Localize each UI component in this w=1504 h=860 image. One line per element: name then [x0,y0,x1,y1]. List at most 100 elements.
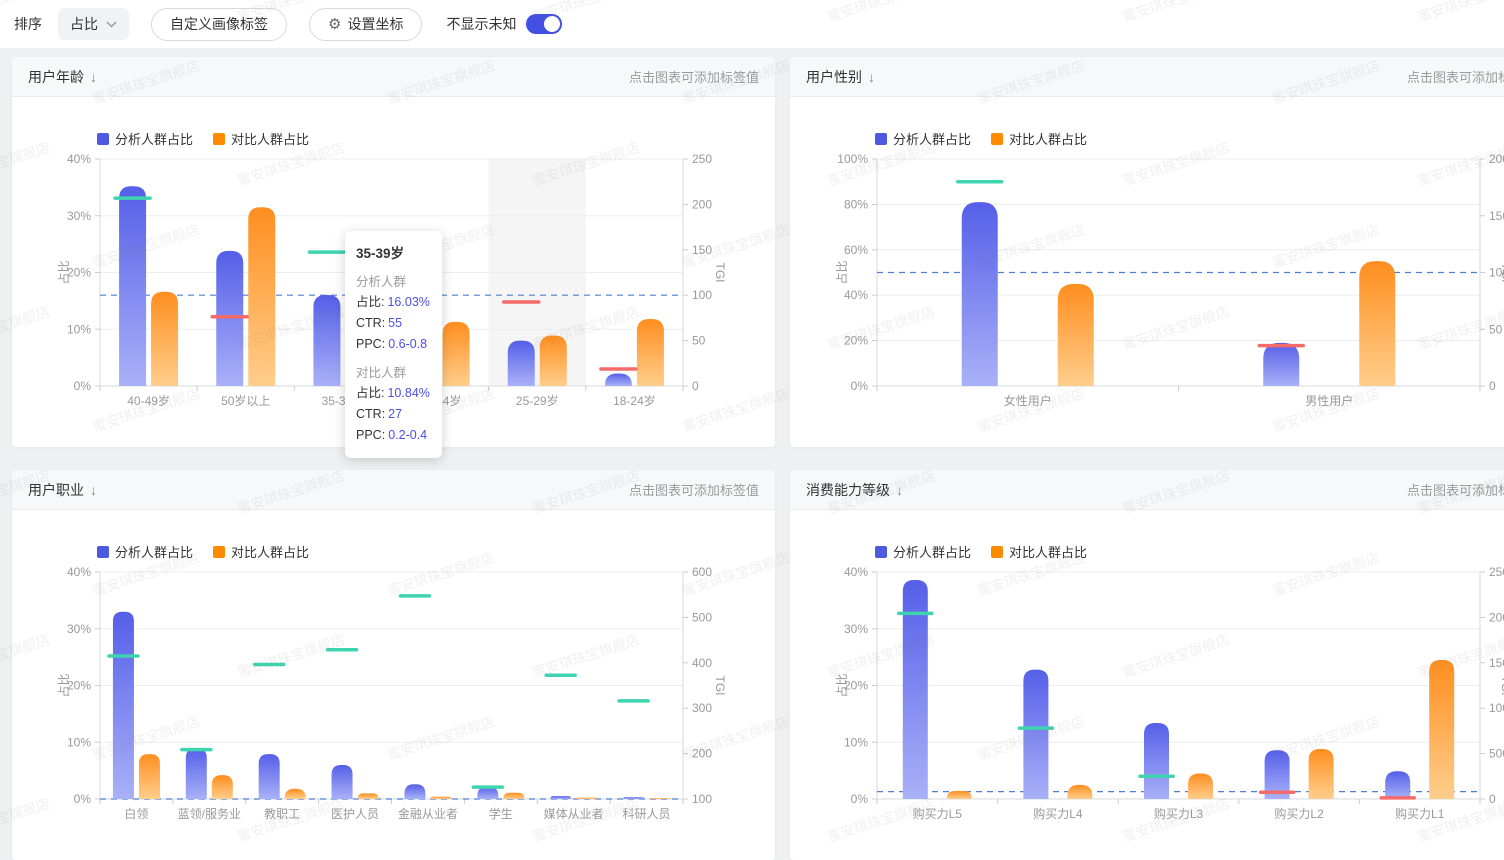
svg-text:金融从业者: 金融从业者 [398,806,458,821]
panel-user-occupation-header: 用户职业 ↓ 点击图表可添加标签值 [12,470,775,510]
chart-canvas-consumption-level[interactable]: 0%10%20%30%40%05001000150020002500购买力L5购… [790,510,1504,860]
svg-text:2500: 2500 [1489,565,1504,579]
svg-text:500: 500 [692,610,712,624]
tooltip-row: 占比:10.84% [356,383,431,404]
sort-descending-icon[interactable]: ↓ [868,69,875,85]
svg-text:0%: 0% [74,792,92,806]
svg-text:学生: 学生 [489,806,513,821]
legend-item-analysis[interactable]: 分析人群占比 [875,542,971,561]
panel-consumption-level-header: 消费能力等级 ↓ 点击图表可添加标签值 [790,470,1504,510]
svg-text:100: 100 [692,792,712,806]
svg-text:购买力L2: 购买力L2 [1274,806,1324,821]
legend-swatch-blue [875,133,887,145]
svg-text:0%: 0% [851,792,869,806]
panel-hint: 点击图表可添加标签值 [629,67,759,86]
legend-label: 分析人群占比 [115,542,193,561]
svg-text:150: 150 [692,243,712,257]
svg-text:0%: 0% [851,379,869,393]
legend-item-compare[interactable]: 对比人群占比 [991,542,1087,561]
panel-title: 用户性别 [806,67,862,87]
legend-swatch-blue [97,546,109,558]
svg-text:10%: 10% [67,735,91,749]
svg-text:TGI: TGI [1499,676,1504,696]
svg-text:1000: 1000 [1489,701,1504,715]
svg-text:200: 200 [692,197,712,211]
legend-item-compare[interactable]: 对比人群占比 [213,129,309,148]
tooltip-row: 占比:16.03% [356,292,431,313]
svg-text:1500: 1500 [1489,656,1504,670]
svg-text:600: 600 [692,565,712,579]
legend: 分析人群占比 对比人群占比 [875,542,1087,561]
svg-text:白领: 白领 [124,806,148,821]
tooltip-group-compare: 对比人群 [356,362,431,381]
svg-text:30%: 30% [844,622,868,636]
svg-text:400: 400 [692,656,712,670]
svg-text:TGI: TGI [713,263,727,283]
sort-label: 排序 [14,14,42,34]
svg-text:100%: 100% [837,152,868,166]
panel-hint: 点击图表可添加标签值 [1407,67,1504,86]
svg-text:蓝领/服务业: 蓝领/服务业 [178,806,241,821]
set-axis-button[interactable]: ⚙ 设置坐标 [309,8,422,41]
panel-title: 用户职业 [28,480,84,500]
sort-descending-icon[interactable]: ↓ [896,482,903,498]
legend-item-analysis[interactable]: 分析人群占比 [97,129,193,148]
svg-text:购买力L4: 购买力L4 [1033,806,1083,821]
sort-select[interactable]: 占比 [58,8,129,40]
svg-text:TGI: TGI [1499,263,1504,283]
legend-swatch-orange [991,546,1003,558]
legend-item-analysis[interactable]: 分析人群占比 [875,129,971,148]
svg-text:男性用户: 男性用户 [1305,393,1353,408]
svg-text:40%: 40% [844,565,868,579]
legend-item-compare[interactable]: 对比人群占比 [213,542,309,561]
tooltip-row: CTR:27 [356,404,431,425]
svg-text:18-24岁: 18-24岁 [613,393,656,408]
svg-text:50岁以上: 50岁以上 [221,393,270,408]
svg-text:50: 50 [1489,322,1503,336]
svg-text:10%: 10% [844,735,868,749]
legend: 分析人群占比 对比人群占比 [97,129,309,148]
legend-label: 分析人群占比 [893,129,971,148]
svg-text:0: 0 [1489,792,1496,806]
legend-label: 对比人群占比 [231,129,309,148]
svg-text:200: 200 [692,747,712,761]
svg-text:250: 250 [692,152,712,166]
legend-label: 对比人群占比 [231,542,309,561]
svg-text:媒体从业者: 媒体从业者 [544,807,604,821]
legend: 分析人群占比 对比人群占比 [97,542,309,561]
legend-swatch-orange [213,133,225,145]
legend-label: 分析人群占比 [893,542,971,561]
sort-descending-icon[interactable]: ↓ [90,482,97,498]
svg-text:购买力L1: 购买力L1 [1395,806,1445,821]
svg-text:150: 150 [1489,209,1504,223]
legend-label: 分析人群占比 [115,129,193,148]
legend: 分析人群占比 对比人群占比 [875,129,1087,148]
legend-swatch-orange [213,546,225,558]
legend-item-compare[interactable]: 对比人群占比 [991,129,1087,148]
hide-unknown-toggle[interactable] [526,14,562,34]
panel-user-age-header: 用户年龄 ↓ 点击图表可添加标签值 [12,57,775,97]
svg-text:30%: 30% [67,209,91,223]
tooltip-row: PPC:0.2-0.4 [356,425,431,446]
svg-text:教职工: 教职工 [264,806,300,821]
toolbar: 排序 占比 自定义画像标签 ⚙ 设置坐标 不显示未知 [0,0,1504,48]
sort-select-value: 占比 [70,14,98,34]
svg-text:10%: 10% [67,322,91,336]
svg-text:0%: 0% [74,379,92,393]
svg-text:60%: 60% [844,243,868,257]
chevron-down-icon [106,21,117,28]
tooltip-row: PPC:0.6-0.8 [356,334,431,355]
panel-user-gender-header: 用户性别 ↓ 点击图表可添加标签值 [790,57,1504,97]
custom-portrait-label-button[interactable]: 自定义画像标签 [151,8,287,41]
svg-text:2000: 2000 [1489,610,1504,624]
sort-descending-icon[interactable]: ↓ [90,69,97,85]
chart-canvas-user-gender[interactable]: 0%20%40%60%80%100%050100150200女性用户男性用户占比… [790,97,1504,447]
panel-user-occupation: 用户职业 ↓ 点击图表可添加标签值 分析人群占比 对比人群占比 0%10%20%… [12,470,775,860]
svg-text:占比: 占比 [56,673,71,697]
chart-canvas-user-occupation[interactable]: 0%10%20%30%40%100200300400500600白领蓝领/服务业… [12,510,775,860]
svg-text:200: 200 [1489,152,1504,166]
svg-text:女性用户: 女性用户 [1004,393,1052,408]
legend-item-analysis[interactable]: 分析人群占比 [97,542,193,561]
svg-text:40%: 40% [67,152,91,166]
svg-text:40%: 40% [67,565,91,579]
